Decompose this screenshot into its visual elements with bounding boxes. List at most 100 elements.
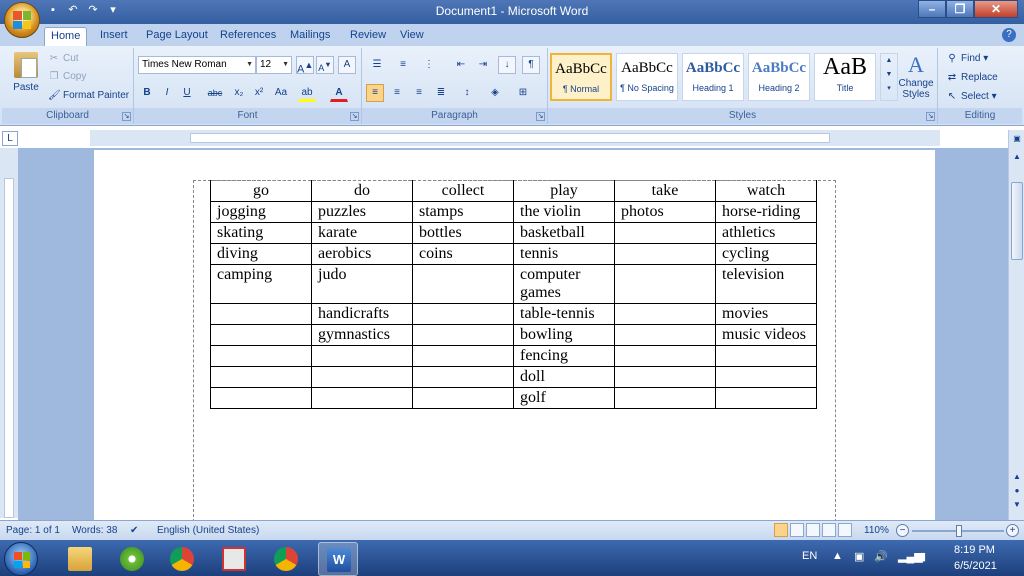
taskbar-chrome-2[interactable] — [266, 542, 306, 576]
office-button[interactable] — [4, 2, 40, 38]
browse-object-icon[interactable]: ● — [1009, 486, 1024, 495]
strikethrough-button[interactable]: abc — [206, 84, 224, 102]
table-header-cell[interactable]: collect — [412, 180, 514, 202]
table-cell[interactable] — [614, 324, 716, 346]
style-heading-2[interactable]: AaBbCc Heading 2 — [748, 53, 810, 101]
table-cell[interactable]: coins — [412, 243, 514, 265]
copy-button[interactable]: ❐ Copy — [48, 69, 87, 85]
justify-button[interactable]: ≣ — [432, 84, 450, 102]
table-cell[interactable] — [412, 264, 514, 304]
scroll-up-page-icon[interactable]: ▲ — [1009, 472, 1024, 481]
table-cell[interactable] — [311, 366, 413, 388]
outline-icon[interactable] — [822, 523, 836, 537]
table-header-cell[interactable]: go — [210, 180, 312, 202]
align-left-button[interactable]: ≡ — [366, 84, 384, 102]
table-cell[interactable]: athletics — [715, 222, 817, 244]
taskbar-file-explorer[interactable] — [60, 542, 100, 576]
styles-launcher-icon[interactable]: ↘ — [926, 112, 935, 121]
paragraph-launcher-icon[interactable]: ↘ — [536, 112, 545, 121]
table-cell[interactable]: bottles — [412, 222, 514, 244]
action-center-icon[interactable]: ▣ — [854, 550, 864, 563]
web-layout-icon[interactable] — [806, 523, 820, 537]
table-cell[interactable] — [614, 243, 716, 265]
language[interactable]: English (United States) — [157, 525, 259, 536]
taskbar-app-green[interactable] — [112, 542, 152, 576]
table-cell[interactable]: photos — [614, 201, 716, 223]
save-icon[interactable]: ▪ — [46, 3, 60, 17]
table-cell[interactable] — [210, 324, 312, 346]
table-cell[interactable] — [210, 366, 312, 388]
ruler-toggle-icon[interactable]: ▣ — [1009, 134, 1024, 143]
table-cell[interactable]: bowling — [513, 324, 615, 346]
table-cell[interactable]: aerobics — [311, 243, 413, 265]
vertical-ruler[interactable] — [0, 148, 18, 518]
table-cell[interactable]: television — [715, 264, 817, 304]
table-cell[interactable] — [412, 345, 514, 367]
battery-icon[interactable]: ▮ — [920, 550, 926, 563]
zoom-level[interactable]: 110% — [864, 525, 889, 536]
change-styles-button[interactable]: A Change Styles — [896, 52, 936, 100]
zoom-out-icon[interactable]: − — [896, 524, 909, 537]
table-cell[interactable]: music videos — [715, 324, 817, 346]
align-right-button[interactable]: ≡ — [410, 84, 428, 102]
table-cell[interactable] — [614, 387, 716, 409]
table-cell[interactable]: cycling — [715, 243, 817, 265]
full-screen-reading-icon[interactable] — [790, 523, 804, 537]
draft-icon[interactable] — [838, 523, 852, 537]
align-center-button[interactable]: ≡ — [388, 84, 406, 102]
input-language[interactable]: EN — [802, 550, 817, 562]
table-cell[interactable]: karate — [311, 222, 413, 244]
style-normal[interactable]: AaBbCc ¶ Normal — [550, 53, 612, 101]
style-heading-1[interactable]: AaBbCc Heading 1 — [682, 53, 744, 101]
highlight-button[interactable]: ab — [298, 84, 316, 102]
bold-button[interactable]: B — [138, 84, 156, 102]
change-case-button[interactable]: Aa — [272, 84, 290, 102]
style-no-spacing[interactable]: AaBbCc ¶ No Spacing — [616, 53, 678, 101]
taskbar-network-app[interactable] — [214, 542, 254, 576]
horizontal-ruler[interactable] — [90, 130, 940, 146]
close-button[interactable]: ✕ — [974, 0, 1018, 18]
table-cell[interactable] — [311, 387, 413, 409]
tab-insert[interactable]: Insert — [94, 27, 134, 46]
table-cell[interactable]: puzzles — [311, 201, 413, 223]
tab-references[interactable]: References — [214, 27, 282, 46]
table-cell[interactable]: diving — [210, 243, 312, 265]
numbering-button[interactable]: ≡ — [394, 56, 412, 74]
subscript-button[interactable]: x₂ — [230, 84, 248, 102]
table-cell[interactable]: the violin — [513, 201, 615, 223]
table-cell[interactable]: table-tennis — [513, 303, 615, 325]
table-cell[interactable]: movies — [715, 303, 817, 325]
volume-icon[interactable]: 🔊 — [874, 550, 888, 563]
table-header-cell[interactable]: watch — [715, 180, 817, 202]
table-cell[interactable] — [614, 222, 716, 244]
table-cell[interactable]: skating — [210, 222, 312, 244]
scrollbar-thumb[interactable] — [1011, 182, 1023, 260]
font-size-combo[interactable]: 12 ▼ — [256, 56, 292, 74]
taskbar-word[interactable]: W — [318, 542, 358, 576]
select-button[interactable]: ↖ Select ▾ — [946, 89, 997, 105]
line-spacing-button[interactable]: ↕ — [458, 84, 476, 102]
table-cell[interactable]: camping — [210, 264, 312, 304]
network-signal-icon[interactable]: ▂▄▆ — [898, 550, 923, 563]
table-cell[interactable]: golf — [513, 387, 615, 409]
proofing-icon[interactable]: ✔ — [130, 525, 138, 536]
italic-button[interactable]: I — [158, 84, 176, 102]
customize-qat-icon[interactable]: ▾ — [106, 3, 120, 17]
multilevel-list-button[interactable]: ⋮ — [420, 56, 438, 74]
table-cell[interactable] — [412, 303, 514, 325]
table-cell[interactable] — [614, 366, 716, 388]
sort-button[interactable]: ↓ — [498, 56, 516, 74]
page-count[interactable]: Page: 1 of 1 — [6, 525, 60, 536]
table-cell[interactable] — [210, 303, 312, 325]
superscript-button[interactable]: x² — [250, 84, 268, 102]
table-cell[interactable]: handicrafts — [311, 303, 413, 325]
underline-button[interactable]: U — [178, 84, 196, 102]
redo-icon[interactable]: ↷ — [86, 3, 100, 17]
scroll-up-icon[interactable]: ▲ — [1009, 152, 1024, 161]
table-cell[interactable] — [412, 324, 514, 346]
font-name-combo[interactable]: Times New Roman ▼ — [138, 56, 256, 74]
find-button[interactable]: ⚲ Find ▾ — [946, 51, 988, 67]
bullets-button[interactable]: ☰ — [368, 56, 386, 74]
tab-review[interactable]: Review — [344, 27, 392, 46]
table-header-cell[interactable]: take — [614, 180, 716, 202]
